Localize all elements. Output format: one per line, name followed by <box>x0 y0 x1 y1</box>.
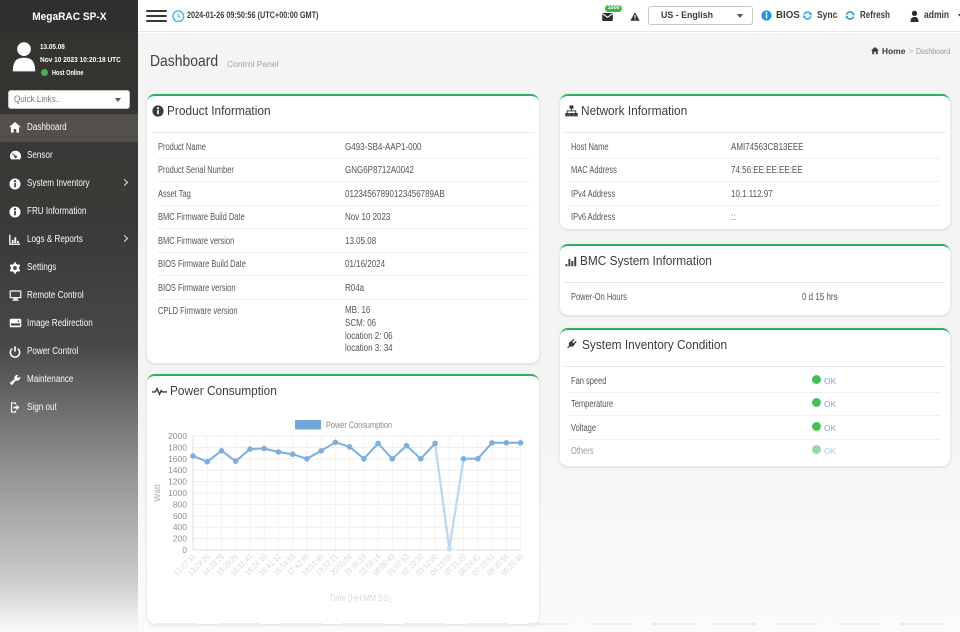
svg-text:1000: 1000 <box>168 488 187 498</box>
svg-text:1600: 1600 <box>168 454 187 464</box>
svg-text:1800: 1800 <box>168 442 187 452</box>
svg-text:400: 400 <box>173 522 187 532</box>
svg-text:Power Consumption: Power Consumption <box>326 420 392 431</box>
svg-text:800: 800 <box>173 499 187 509</box>
svg-text:2000: 2000 <box>168 431 187 441</box>
svg-text:1200: 1200 <box>168 477 187 487</box>
svg-text:Time (HH:MM:SS): Time (HH:MM:SS) <box>329 593 391 603</box>
svg-text:0: 0 <box>182 545 187 555</box>
svg-text:1400: 1400 <box>168 465 187 475</box>
svg-text:600: 600 <box>173 511 187 521</box>
svg-text:200: 200 <box>173 534 187 544</box>
svg-text:Watt: Watt <box>152 484 162 502</box>
